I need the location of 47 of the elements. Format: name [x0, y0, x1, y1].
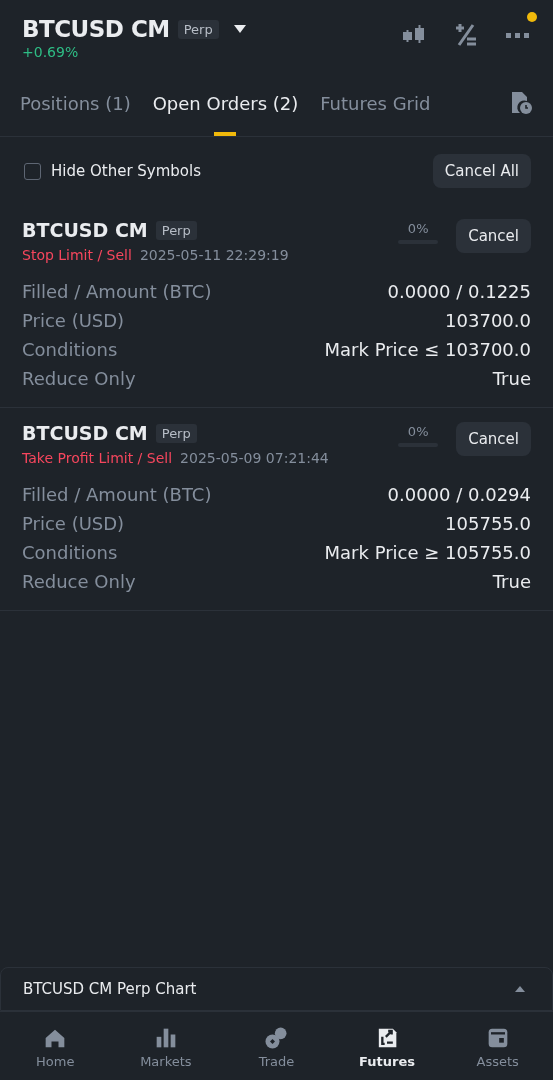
tab[interactable]: Futures Grid [320, 70, 431, 136]
chart-panel-title: BTCUSD CM Perp Chart [23, 980, 197, 998]
field-value: True [492, 368, 531, 389]
field-value: 0.0000 / 0.0294 [387, 484, 531, 505]
field-label: Filled / Amount (BTC) [22, 484, 212, 505]
field-label: Filled / Amount (BTC) [22, 281, 212, 302]
order-type: Stop Limit / Sell [22, 247, 132, 263]
field-value: 105755.0 [445, 513, 531, 534]
order-symbol: BTCUSD CM [22, 219, 148, 241]
contract-tag: Perp [155, 423, 197, 443]
field-label: Reduce Only [22, 571, 136, 592]
fill-percent: 0% [407, 221, 429, 236]
tab[interactable]: Positions (1) [20, 70, 131, 136]
order-time: 2025-05-09 07:21:44 [180, 450, 329, 466]
contract-tag: Perp [155, 220, 197, 240]
field-label: Conditions [22, 339, 118, 360]
caret-up-icon[interactable] [514, 985, 526, 993]
order-time: 2025-05-11 22:29:19 [139, 247, 289, 263]
field-value: Mark Price ≥ 105755.0 [324, 542, 531, 563]
field-value: Mark Price ≤ 103700.0 [324, 339, 531, 360]
calculator-icon[interactable] [453, 22, 479, 48]
fill-percent: 0% [407, 424, 429, 439]
nav-item[interactable]: Trade [221, 1012, 332, 1080]
tab[interactable]: Open Orders (2) [152, 70, 299, 136]
field-value: 103700.0 [445, 310, 531, 331]
document-clock-icon[interactable] [509, 91, 533, 115]
chart-panel-bar[interactable]: BTCUSD CM Perp Chart [0, 967, 553, 1011]
order-symbol: BTCUSD CM [22, 422, 148, 444]
nav-item[interactable]: Markets [110, 1012, 222, 1080]
order-type: Take Profit Limit / Sell [22, 450, 173, 466]
field-label: Reduce Only [22, 368, 136, 389]
nav-item[interactable]: Futures [331, 1012, 443, 1080]
hide-symbols-checkbox[interactable]: Hide Other Symbols [24, 162, 201, 180]
field-label: Conditions [22, 542, 118, 563]
nav-item[interactable]: Assets [442, 1012, 553, 1080]
field-value: True [492, 571, 531, 592]
cancel-button[interactable]: Cancel [456, 422, 531, 456]
field-label: Price (USD) [22, 513, 125, 534]
cancel-all-button[interactable]: Cancel All [432, 154, 531, 188]
nav-item[interactable]: Home [0, 1012, 111, 1080]
caret-icon[interactable] [232, 24, 247, 34]
contract-tag: Perp [177, 19, 219, 39]
symbol-title[interactable]: BTCUSD CM [22, 16, 170, 42]
field-label: Price (USD) [22, 310, 125, 331]
price-change: +0.69% [22, 44, 80, 60]
cancel-button[interactable]: Cancel [456, 219, 531, 253]
field-value: 0.0000 / 0.1225 [387, 281, 531, 302]
